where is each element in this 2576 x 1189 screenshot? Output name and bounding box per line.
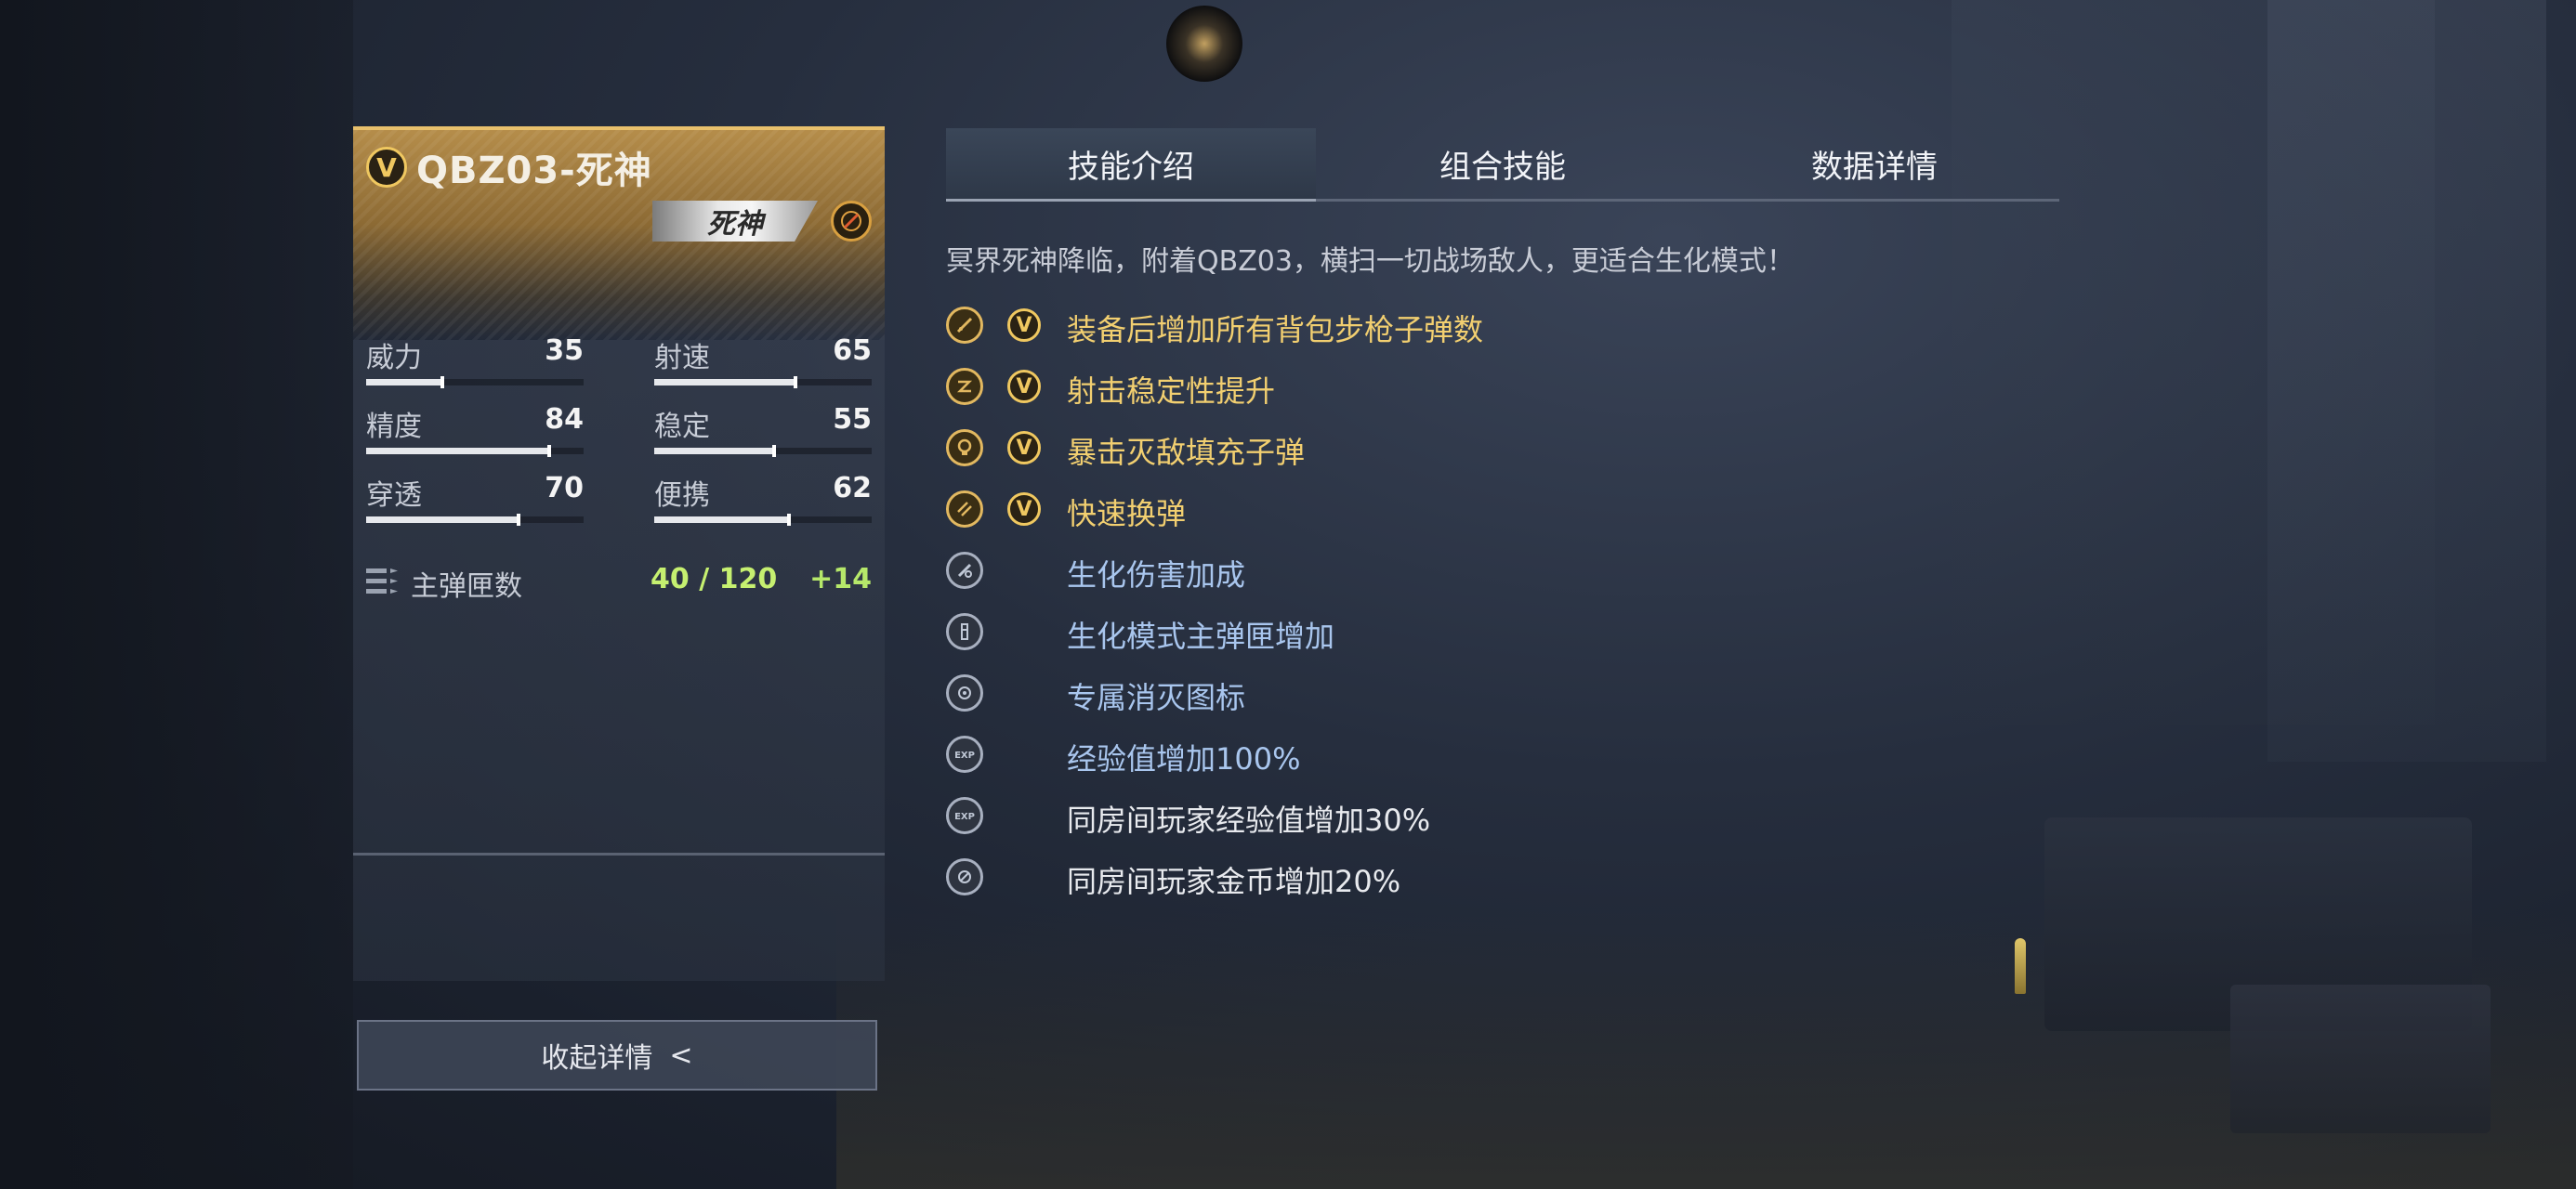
weapon-header: V QBZ03-死神 死神 — [353, 126, 885, 340]
stat-portability: 便携 62 — [654, 472, 872, 529]
stat-label: 穿透 — [366, 479, 422, 512]
ammo-value: 40 / 120 — [651, 563, 778, 595]
stat-penetration: 穿透 70 — [366, 472, 584, 529]
ammo-bonus: +14 — [809, 563, 872, 595]
stat-bar — [654, 514, 872, 526]
background-window — [2267, 0, 2546, 762]
exp-icon: EXP — [946, 736, 983, 773]
bio-magazine-icon — [946, 613, 983, 650]
magazine-icon — [366, 568, 398, 594]
stat-accuracy: 精度 84 — [366, 403, 584, 461]
weapon-tag-row: 死神 — [652, 201, 872, 242]
skill-item: V 快速换弹 — [946, 485, 2061, 533]
stability-icon — [946, 368, 983, 405]
background-bullet — [2015, 938, 2026, 994]
stat-value: 62 — [833, 472, 872, 504]
room-coin-icon — [946, 858, 983, 895]
stat-value: 84 — [545, 403, 584, 436]
attachment-emblem-icon[interactable] — [831, 201, 872, 242]
skill-item: V 暴击灭敌填充子弹 — [946, 424, 2061, 472]
v-tier-badge-icon: V — [1007, 370, 1041, 403]
skill-item: 专属消灭图标 — [946, 669, 2061, 717]
ammo-pouch-icon — [946, 307, 983, 344]
skill-item: 同房间玩家金币增加20% — [946, 853, 2061, 901]
stat-value: 55 — [833, 403, 872, 436]
weapon-name: QBZ03-死神 — [416, 150, 652, 192]
stat-bar — [366, 445, 584, 457]
skill-text: 专属消灭图标 — [1067, 680, 1246, 715]
v-tier-badge-icon: V — [1007, 431, 1041, 464]
skill-text: 快速换弹 — [1067, 496, 1187, 531]
stat-fire-rate: 射速 65 — [654, 334, 872, 392]
skill-text: 生化伤害加成 — [1067, 557, 1246, 593]
fast-reload-icon — [946, 490, 983, 528]
skill-item: 生化伤害加成 — [946, 546, 2061, 594]
ammo-label: 主弹匣数 — [411, 570, 522, 603]
background-crate — [2044, 817, 2472, 1031]
v-tier-badge-icon: V — [1007, 308, 1041, 342]
tab-skill-intro[interactable]: 技能介绍 — [946, 128, 1316, 199]
tab-data-details[interactable]: 数据详情 — [1689, 128, 2059, 199]
ceiling-lamp-icon — [1166, 6, 1242, 82]
room-exp-icon: EXP — [946, 797, 983, 834]
v-tier-badge-icon: V — [1007, 492, 1041, 526]
stat-bar — [366, 514, 584, 526]
skill-text: 经验值增加100% — [1067, 741, 1301, 777]
stat-power: 威力 35 — [366, 334, 584, 392]
background-crate — [2230, 985, 2491, 1133]
stat-label: 射速 — [654, 342, 710, 374]
collapse-button-label: 收起详情 — [541, 1042, 653, 1075]
skill-item: V 射击稳定性提升 — [946, 362, 2061, 411]
tab-combo-skills[interactable]: 组合技能 — [1318, 128, 1688, 199]
skill-text: 射击稳定性提升 — [1067, 373, 1276, 409]
skill-text: 同房间玩家经验值增加30% — [1067, 803, 1431, 838]
panel-divider — [353, 853, 885, 856]
detail-tabs: 技能介绍 组合技能 数据详情 — [946, 128, 2059, 202]
background-wall — [0, 0, 353, 1189]
weapon-title: V QBZ03-死神 — [366, 139, 652, 195]
stat-label: 稳定 — [654, 411, 710, 443]
chevron-left-icon: < — [669, 1039, 693, 1072]
skill-item: V 装备后增加所有背包步枪子弹数 — [946, 301, 2061, 349]
skill-item: EXP 经验值增加100% — [946, 730, 2061, 778]
weapon-name-tag: 死神 — [652, 201, 818, 242]
weapon-description: 冥界死神降临，附着QBZ03，横扫一切战场敌人，更适合生化模式！ — [946, 245, 1794, 278]
svg-text:EXP: EXP — [954, 812, 975, 822]
bio-damage-icon — [946, 552, 983, 589]
stat-bar — [654, 445, 872, 457]
stat-bar — [654, 376, 872, 388]
svg-text:EXP: EXP — [954, 751, 975, 761]
skill-item: EXP 同房间玩家经验值增加30% — [946, 791, 2061, 840]
stat-bar — [366, 376, 584, 388]
stat-value: 65 — [833, 334, 872, 367]
weapon-info-panel: V QBZ03-死神 死神 威力 35 射速 65 精度 84 稳定 55 穿透… — [353, 126, 885, 1092]
v-tier-badge-icon: V — [366, 147, 407, 188]
kill-mark-icon — [946, 674, 983, 712]
skill-text: 生化模式主弹匣增加 — [1067, 619, 1335, 654]
stat-value: 70 — [545, 472, 584, 504]
ammo-row: 主弹匣数 40 / 120 +14 — [366, 563, 872, 603]
stat-label: 精度 — [366, 411, 422, 443]
skill-item: 生化模式主弹匣增加 — [946, 608, 2061, 656]
collapse-details-button[interactable]: 收起详情 < — [357, 1020, 877, 1091]
active-tab-indicator — [946, 199, 1316, 202]
stat-stability: 稳定 55 — [654, 403, 872, 461]
skill-text: 暴击灭敌填充子弹 — [1067, 435, 1306, 470]
stat-label: 便携 — [654, 479, 710, 512]
skill-text: 装备后增加所有背包步枪子弹数 — [1067, 312, 1484, 347]
skull-refill-icon — [946, 429, 983, 466]
background-floor — [836, 910, 2576, 1189]
stat-label: 威力 — [366, 342, 422, 374]
stat-value: 35 — [545, 334, 584, 367]
skill-text: 同房间玩家金币增加20% — [1067, 864, 1401, 899]
